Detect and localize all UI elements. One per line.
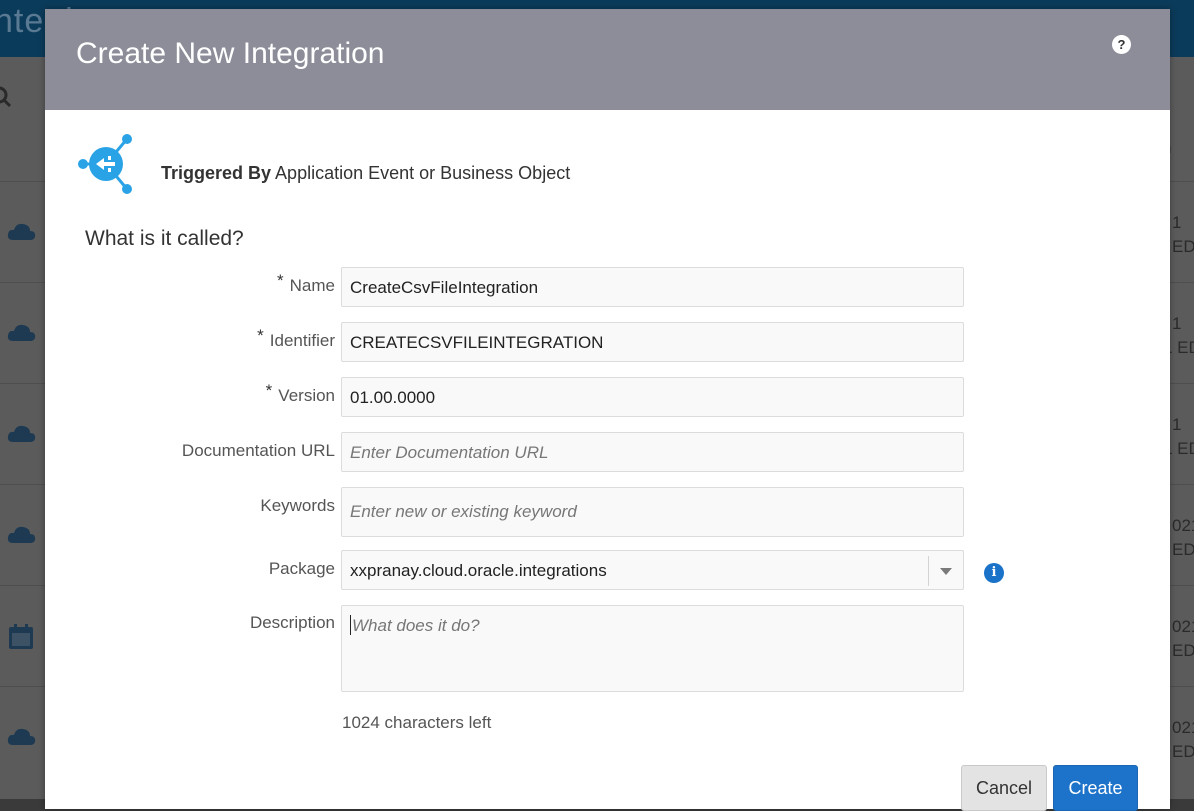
section-heading: What is it called? [85,227,244,250]
name-label-text: Name [289,276,335,295]
cloud-icon [7,324,36,341]
trigger-label: Triggered By [161,163,272,183]
help-icon[interactable]: ? [1112,35,1131,54]
info-icon[interactable]: i [984,563,1004,583]
characters-left-counter: 1024 characters left [342,713,492,732]
description-label: Description [249,613,335,632]
calendar-icon [9,624,33,649]
name-label: * Name [45,271,335,296]
text-caret [350,615,351,635]
required-marker: * [265,381,273,400]
name-input[interactable]: CreateCsvFileIntegration [341,267,964,307]
row-text-2: ED [1172,641,1194,660]
description-textarea[interactable]: What does it do? [341,605,964,692]
required-marker: * [277,271,284,290]
documentation-url-input[interactable]: Enter Documentation URL [341,432,964,472]
package-select-value: xxpranay.cloud.oracle.integrations [350,561,607,580]
create-button[interactable]: Create [1053,765,1138,811]
cloud-icon [7,223,36,240]
package-select[interactable]: xxpranay.cloud.oracle.integrations [341,550,964,590]
required-marker: * [257,326,264,345]
identifier-label-text: Identifier [269,331,335,350]
chevron-down-icon[interactable] [940,568,952,575]
search-icon [0,86,12,108]
select-divider [928,556,929,586]
cancel-button[interactable]: Cancel [961,765,1047,811]
package-label: Package [268,559,335,578]
version-label: * Version [45,381,335,406]
dialog-header: Create New Integration ? [45,9,1170,110]
documentation-url-label: Documentation URL [181,441,335,460]
trigger-description: Triggered By Application Event or Busine… [161,163,570,184]
row-text-2: ED [1172,237,1194,256]
version-label-text: Version [278,386,335,405]
version-input[interactable]: 01.00.0000 [341,377,964,417]
identifier-label: * Identifier [45,326,335,351]
cloud-icon [7,425,36,442]
row-text-2: ED [1172,742,1194,761]
description-placeholder: What does it do? [352,616,480,635]
keywords-label: Keywords [260,496,335,515]
cloud-icon [7,526,36,543]
create-integration-dialog: Create New Integration ? Triggered By Ap… [45,9,1170,811]
cloud-icon [7,728,36,745]
app-event-trigger-icon [78,134,132,194]
identifier-input[interactable]: CREATECSVFILEINTEGRATION [341,322,964,362]
row-text-2: ED [1172,540,1194,559]
dialog-title: Create New Integration [76,37,385,70]
keywords-input[interactable]: Enter new or existing keyword [341,487,964,537]
trigger-value: Application Event or Business Object [275,163,571,183]
